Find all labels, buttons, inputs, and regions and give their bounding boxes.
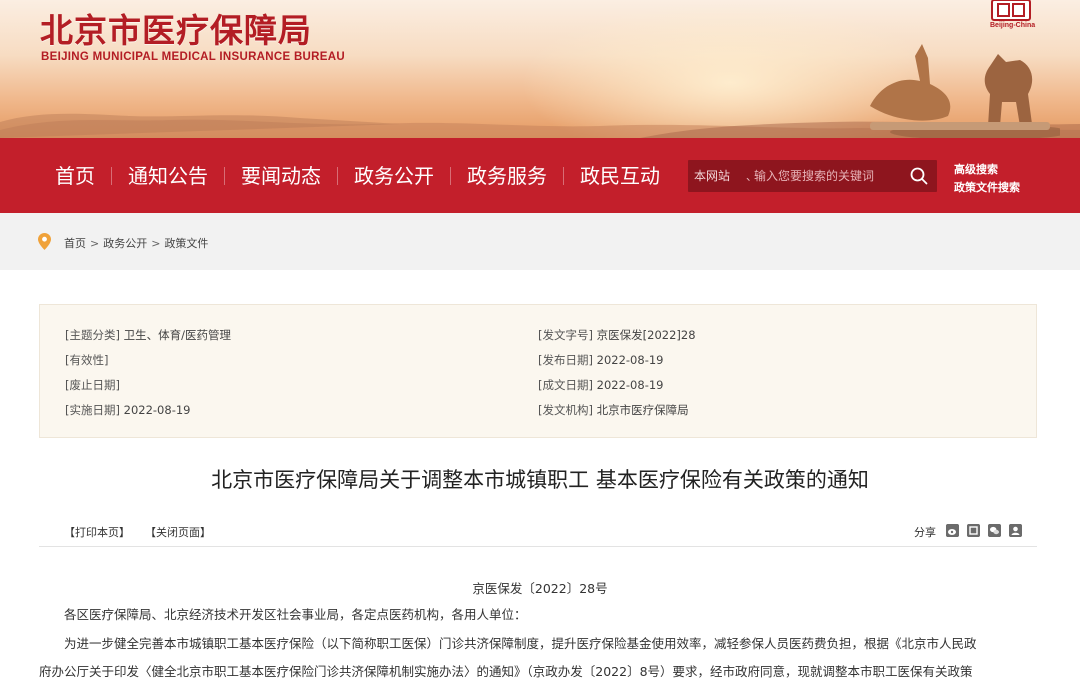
article-title: 北京市医疗保障局关于调整本市城镇职工 基本医疗保险有关政策的通知: [211, 468, 869, 492]
meta-publish-date: [发布日期] 2022-08-19: [538, 353, 664, 367]
person-share-icon[interactable]: [1009, 524, 1022, 537]
breadcrumb-bar: 首页 > 政务公开 > 政策文件: [0, 213, 1080, 270]
breadcrumb: 首页 > 政务公开 > 政策文件: [64, 235, 208, 251]
article-paragraph-line: 为进一步健全完善本市城镇职工基本医疗保险（以下简称职工医保）门诊共济保障制度，提…: [64, 636, 977, 651]
breadcrumb-policy-documents[interactable]: 政策文件: [164, 237, 208, 250]
advanced-search-link[interactable]: 高级搜索: [954, 161, 998, 177]
site-logo-subtitle: BEIJING MUNICIPAL MEDICAL INSURANCE BURE…: [41, 51, 345, 63]
main-navigation: 首页 通知公告 要闻动态 政务公开 政务服务 政民互动 本网站 、 高级搜索 政…: [0, 138, 1080, 213]
nav-separator: [224, 167, 225, 185]
breadcrumb-home[interactable]: 首页: [64, 237, 86, 250]
nav-separator: [111, 167, 112, 185]
meta-issuing-agency: [发文机构] 北京市医疗保障局: [538, 403, 689, 417]
policy-search-link[interactable]: 政策文件搜索: [954, 179, 1020, 195]
header-banner: 北京市医疗保障局 BEIJING MUNICIPAL MEDICAL INSUR…: [0, 0, 1080, 138]
meta-document-number: [发文字号] 京医保发[2022]28: [538, 328, 696, 342]
wechat-share-icon[interactable]: [988, 524, 1001, 537]
print-page-link[interactable]: 【打印本页】: [64, 524, 130, 540]
nav-government-affairs[interactable]: 政务公开: [354, 162, 434, 190]
meta-effective-date: [实施日期] 2022-08-19: [65, 403, 191, 417]
qzone-share-icon[interactable]: [967, 524, 980, 537]
site-logo-title[interactable]: 北京市医疗保障局: [40, 12, 312, 50]
nav-separator: [563, 167, 564, 185]
nav-separator: [337, 167, 338, 185]
share-label: 分享: [914, 526, 936, 539]
nav-notices[interactable]: 通知公告: [128, 162, 208, 190]
toolbar-divider: [39, 546, 1037, 547]
nav-separator: [450, 167, 451, 185]
search-icon[interactable]: [910, 167, 928, 185]
close-page-link[interactable]: 【关闭页面】: [145, 524, 211, 540]
breadcrumb-separator: >: [90, 237, 100, 250]
meta-topic: [主题分类] 卫生、体育/医药管理: [65, 328, 232, 342]
breadcrumb-government-affairs[interactable]: 政务公开: [103, 237, 147, 250]
nav-news[interactable]: 要闻动态: [241, 162, 321, 190]
bronze-statue-image: [870, 44, 1060, 138]
location-pin-icon: [38, 233, 51, 250]
meta-validity: [有效性]: [65, 353, 109, 367]
search-input[interactable]: [754, 164, 904, 188]
weibo-share-icon[interactable]: [946, 524, 959, 537]
breadcrumb-separator: >: [151, 237, 161, 250]
seal-caption: Beijing-China: [990, 22, 1036, 29]
article-salutation: 各区医疗保障局、北京经济技术开发区社会事业局，各定点医药机构，各用人单位：: [64, 607, 527, 622]
search-scope-select[interactable]: 本网站: [694, 167, 730, 184]
document-meta-box: [主题分类] 卫生、体育/医药管理 [有效性] [废止日期] [实施日期] 20…: [39, 304, 1037, 438]
document-number-line: 京医保发〔2022〕28号: [472, 581, 608, 596]
nav-government-services[interactable]: 政务服务: [467, 162, 547, 190]
article-paragraph-line: 府办公厅关于印发〈健全北京市职工基本医疗保险门诊共济保障机制实施办法〉的通知》（…: [39, 664, 973, 679]
site-search-box: 本网站 、: [688, 160, 937, 192]
meta-repeal-date: [废止日期]: [65, 378, 120, 392]
meta-written-date: [成文日期] 2022-08-19: [538, 378, 664, 392]
nav-public-interaction[interactable]: 政民互动: [580, 162, 660, 190]
nav-home[interactable]: 首页: [55, 162, 95, 190]
